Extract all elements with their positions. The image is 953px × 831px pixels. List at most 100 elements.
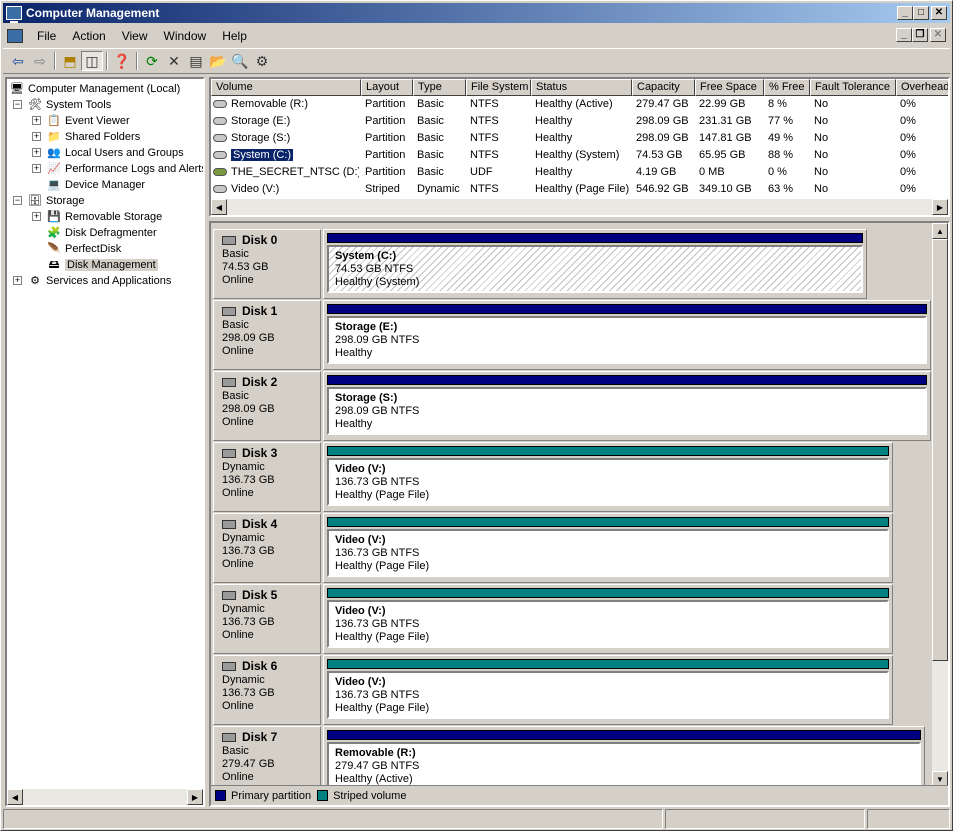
expand-toggle[interactable]: + — [32, 164, 41, 173]
scroll-right-icon[interactable]: ▶ — [932, 199, 948, 215]
partition-region[interactable]: Removable (R:) 279.47 GB NTFS Healthy (Act… — [327, 742, 921, 790]
partition-stripe — [327, 233, 863, 243]
close-button[interactable]: ✕ — [931, 6, 947, 20]
tree-perf-logs[interactable]: 📈 Performance Logs and Alerts — [46, 161, 203, 177]
tree-root[interactable]: 🖥 Computer Management (Local) — [9, 81, 180, 97]
collapse-toggle[interactable]: − — [13, 100, 22, 109]
partition-box[interactable]: Storage (S:) 298.09 GB NTFS Healthy — [323, 371, 931, 441]
menu-window[interactable]: Window — [156, 29, 215, 43]
tree-local-users[interactable]: 👥 Local Users and Groups — [46, 145, 183, 161]
expand-toggle[interactable]: + — [13, 276, 22, 285]
tree-disk-management[interactable]: 🖴 Disk Management — [46, 257, 158, 273]
scroll-left-icon[interactable]: ◀ — [211, 199, 227, 215]
tree-hscrollbar[interactable]: ◀ ▶ — [7, 789, 203, 805]
tree-disk-defrag[interactable]: 🧩 Disk Defragmenter — [46, 225, 157, 241]
menu-file[interactable]: File — [29, 29, 64, 43]
scroll-thumb[interactable] — [932, 239, 948, 661]
expand-toggle[interactable]: + — [32, 148, 41, 157]
disk-info[interactable]: Disk 1 Basic 298.09 GB Online — [213, 300, 321, 370]
up-folder-icon[interactable]: ⬒ — [59, 51, 81, 71]
partition-box[interactable]: Video (V:) 136.73 GB NTFS Healthy (Page Fi… — [323, 584, 893, 654]
mmc-icon[interactable] — [7, 29, 23, 43]
volume-name-cell[interactable]: Storage (S:) — [213, 130, 359, 147]
help-icon[interactable]: ❓ — [111, 51, 133, 71]
maximize-button[interactable]: □ — [913, 6, 929, 20]
volume-icon — [213, 151, 227, 160]
tree-removable-storage[interactable]: 💾 Removable Storage — [46, 209, 162, 225]
partition-box[interactable]: Storage (E:) 298.09 GB NTFS Healthy — [323, 300, 931, 370]
mdi-minimize-button[interactable]: _ — [896, 28, 912, 42]
console-tree[interactable]: 🖥 Computer Management (Local) − 🛠 System… — [5, 77, 205, 807]
expand-toggle[interactable]: + — [32, 116, 41, 125]
disk-info[interactable]: Disk 3 Dynamic 136.73 GB Online — [213, 442, 321, 512]
open-icon[interactable]: 📂 — [207, 51, 229, 71]
tree-services[interactable]: ⚙ Services and Applications — [27, 273, 171, 289]
col-overhead[interactable]: Overhead — [896, 79, 948, 96]
menu-help[interactable]: Help — [214, 29, 255, 43]
col-filesystem[interactable]: File System — [466, 79, 531, 96]
collapse-toggle[interactable]: − — [13, 196, 22, 205]
mdi-restore-button[interactable]: ❐ — [912, 28, 928, 42]
search-icon[interactable]: 🔍 — [229, 51, 251, 71]
tree-label: Disk Defragmenter — [65, 227, 157, 239]
volume-name-cell[interactable]: Storage (E:) — [213, 113, 359, 130]
tree-shared-folders[interactable]: 📁 Shared Folders — [46, 129, 140, 145]
col-percent-free[interactable]: % Free — [764, 79, 810, 96]
refresh-icon[interactable]: ⟳ — [141, 51, 163, 71]
partition-region[interactable]: Video (V:) 136.73 GB NTFS Healthy (Page Fi… — [327, 671, 889, 719]
disk-info[interactable]: Disk 2 Basic 298.09 GB Online — [213, 371, 321, 441]
disk-info[interactable]: Disk 5 Dynamic 136.73 GB Online — [213, 584, 321, 654]
scroll-up-icon[interactable]: ▲ — [932, 223, 948, 239]
partition-region[interactable]: System (C:) 74.53 GB NTFS Healthy (System) — [327, 245, 863, 293]
graph-vscrollbar[interactable]: ▲ ▼ — [932, 223, 948, 787]
tree-perfectdisk[interactable]: 🪶 PerfectDisk — [46, 241, 121, 257]
partition-box[interactable]: Video (V:) 136.73 GB NTFS Healthy (Page Fi… — [323, 442, 893, 512]
col-fault-tolerance[interactable]: Fault Tolerance — [810, 79, 896, 96]
partition-region[interactable]: Storage (S:) 298.09 GB NTFS Healthy — [327, 387, 927, 435]
disk-info[interactable]: Disk 4 Dynamic 136.73 GB Online — [213, 513, 321, 583]
status-panel — [665, 809, 865, 829]
title-bar[interactable]: Computer Management _ □ ✕ — [3, 3, 950, 23]
volume-name-cell[interactable]: THE_SECRET_NTSC (D:) — [213, 164, 359, 181]
forward-icon[interactable]: ⇨ — [29, 51, 51, 71]
volume-name-cell[interactable]: Removable (R:) — [213, 96, 359, 113]
volume-list[interactable]: Volume Layout Type File System Status Ca… — [209, 77, 950, 217]
volume-name-cell[interactable]: Video (V:) — [213, 181, 359, 198]
minimize-button[interactable]: _ — [897, 6, 913, 20]
properties-icon[interactable]: ▤ — [185, 51, 207, 71]
col-type[interactable]: Type — [413, 79, 466, 96]
mdi-close-button[interactable]: ✕ — [930, 28, 946, 42]
show-tree-icon[interactable]: ◫ — [81, 51, 103, 71]
col-capacity[interactable]: Capacity — [632, 79, 695, 96]
back-icon[interactable]: ⇦ — [7, 51, 29, 71]
disk-info[interactable]: Disk 0 Basic 74.53 GB Online — [213, 229, 321, 299]
partition-region[interactable]: Video (V:) 136.73 GB NTFS Healthy (Page Fi… — [327, 600, 889, 648]
list-hscrollbar[interactable]: ◀ ▶ — [211, 199, 948, 215]
scroll-right-icon[interactable]: ▶ — [187, 789, 203, 805]
partition-box[interactable]: Video (V:) 136.73 GB NTFS Healthy (Page Fi… — [323, 513, 893, 583]
col-free-space[interactable]: Free Space — [695, 79, 764, 96]
delete-icon[interactable]: ✕ — [163, 51, 185, 71]
partition-region[interactable]: Video (V:) 136.73 GB NTFS Healthy (Page Fi… — [327, 458, 889, 506]
settings-icon[interactable]: ⚙ — [251, 51, 273, 71]
tree-system-tools[interactable]: 🛠 System Tools — [27, 97, 111, 113]
col-volume[interactable]: Volume — [211, 79, 361, 96]
disk-graphical-view[interactable]: Disk 0 Basic 74.53 GB Online System (C:) 74.5… — [209, 221, 950, 807]
partition-box[interactable]: System (C:) 74.53 GB NTFS Healthy (System) — [323, 229, 867, 299]
tree-storage[interactable]: 🗄 Storage — [27, 193, 85, 209]
partition-region[interactable]: Video (V:) 136.73 GB NTFS Healthy (Page Fi… — [327, 529, 889, 577]
partition-region[interactable]: Storage (E:) 298.09 GB NTFS Healthy — [327, 316, 927, 364]
partition-box[interactable]: Video (V:) 136.73 GB NTFS Healthy (Page Fi… — [323, 655, 893, 725]
col-layout[interactable]: Layout — [361, 79, 413, 96]
volume-name-cell[interactable]: System (C:) — [213, 147, 359, 164]
tree-event-viewer[interactable]: 📋 Event Viewer — [46, 113, 129, 129]
col-status[interactable]: Status — [531, 79, 632, 96]
volume-cell: 0 % — [768, 166, 787, 178]
tree-device-manager[interactable]: 💻 Device Manager — [46, 177, 145, 193]
disk-info[interactable]: Disk 6 Dynamic 136.73 GB Online — [213, 655, 321, 725]
scroll-left-icon[interactable]: ◀ — [7, 789, 23, 805]
menu-view[interactable]: View — [114, 29, 156, 43]
expand-toggle[interactable]: + — [32, 132, 41, 141]
expand-toggle[interactable]: + — [32, 212, 41, 221]
menu-action[interactable]: Action — [64, 29, 113, 43]
